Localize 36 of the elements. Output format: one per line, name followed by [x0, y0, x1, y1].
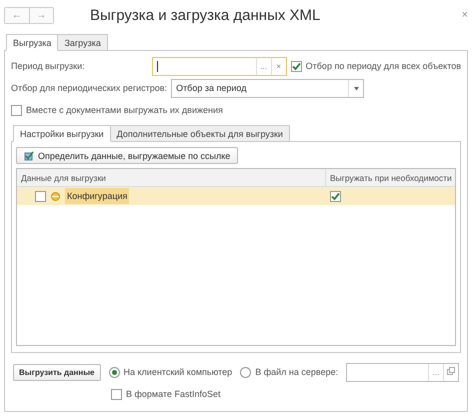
export-button[interactable]: Выгрузить данные: [13, 364, 100, 380]
radio-button[interactable]: [240, 366, 252, 378]
checkbox-label: Отбор по периоду для всех объектов: [306, 61, 461, 71]
close-button[interactable]: ×: [462, 9, 468, 21]
checklist-icon: [24, 150, 34, 160]
tab[interactable]: Выгрузка: [6, 34, 58, 51]
dropdown-value: Отбор за период: [175, 82, 248, 95]
registers-dropdown[interactable]: Отбор за период: [171, 78, 364, 98]
define-data-button[interactable]: Определить данные, выгружаемые по ссылке: [16, 147, 238, 164]
back-button[interactable]: ←: [5, 8, 28, 22]
column-header: Данные для выгрузки: [17, 169, 325, 187]
checkbox-label: Вместе с документами выгружать их движения: [26, 105, 223, 115]
radio-label: В файл на сервере:: [255, 367, 338, 377]
tab[interactable]: Загрузка: [57, 34, 108, 51]
radio-label: На клиентский компьютер: [124, 367, 232, 377]
circle-icon: [51, 192, 60, 200]
period-label: Период выгрузки:: [11, 61, 86, 71]
registers-label: Отбор для периодических регистров:: [11, 83, 168, 93]
tab[interactable]: Дополнительные объекты для выгрузки: [110, 125, 290, 142]
radio-button[interactable]: [108, 366, 120, 378]
text-cursor: [156, 60, 158, 72]
row-checkbox[interactable]: [35, 190, 46, 202]
checkbox[interactable]: [111, 388, 122, 400]
column-header: Выгружать при необходимости: [325, 169, 455, 187]
period-field[interactable]: ... ×: [152, 56, 287, 76]
forward-button[interactable]: →: [28, 8, 53, 22]
server-file-field[interactable]: ...: [346, 362, 459, 382]
caret-icon: [354, 86, 359, 90]
open-button[interactable]: [443, 364, 458, 380]
window-title: Выгрузка и загрузка данных XML: [90, 6, 322, 24]
tab[interactable]: Настройки выгрузки: [13, 125, 111, 142]
checkbox-label: В формате FastInfoSet: [126, 389, 220, 399]
checkbox[interactable]: [11, 104, 22, 116]
checkbox[interactable]: [290, 60, 302, 72]
table-cell: Конфигурация: [65, 188, 130, 204]
open-icon: [447, 367, 455, 375]
